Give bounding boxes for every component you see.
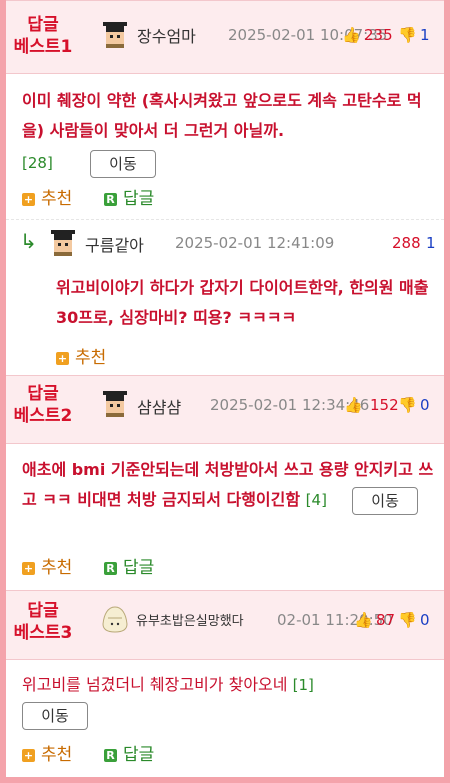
avatar-icon[interactable] — [100, 20, 130, 50]
avatar-icon[interactable] — [100, 604, 130, 634]
best-rank-line2: 베스트2 — [13, 406, 73, 426]
divider — [6, 219, 444, 220]
thumbs-up-icon[interactable]: 👍 — [344, 396, 363, 414]
best-rank-label: 답글 베스트3 — [6, 600, 80, 644]
best-rank-line1: 답글 — [27, 384, 59, 404]
comment-content: 위고비이야기 하다가 갑자기 다이어트한약, 한의원 매출 30프로, 심장마비… — [56, 278, 429, 327]
like-count: 288 — [392, 234, 421, 252]
recommend-label: 추천 — [41, 189, 73, 209]
reply-count[interactable]: [4] — [306, 491, 327, 509]
thumbs-down-icon[interactable]: 👎 — [398, 26, 417, 44]
reply-button[interactable]: R 답글 — [104, 740, 154, 765]
avatar-icon[interactable] — [48, 228, 78, 258]
like-count: 235 — [364, 26, 393, 44]
comment-content: 이미 췌장이 약한 (혹사시켜왔고 앞으로도 계속 고탄수로 먹을) 사람들이 … — [22, 86, 432, 178]
recommend-label: 추천 — [41, 745, 73, 765]
thumbs-down-icon[interactable]: 👎 — [398, 611, 417, 629]
move-button[interactable]: 이동 — [352, 486, 419, 515]
reply-count[interactable]: [28] — [22, 154, 53, 172]
comment-content: 애초에 bmi 기준안되는데 처방받아서 쓰고 용량 안지키고 쓰고 ㅋㅋ 비대… — [22, 455, 434, 515]
plus-icon: + — [22, 561, 35, 575]
plus-icon: + — [56, 351, 69, 365]
dislike-count: 0 — [420, 611, 430, 629]
best-rank-label: 답글 베스트2 — [6, 383, 80, 427]
comment-date: 2025-02-01 12:41:09 — [175, 234, 335, 252]
dislike-count: 1 — [426, 234, 436, 252]
recommend-label: 추천 — [41, 558, 73, 578]
nickname[interactable]: 장수엄마 — [137, 23, 196, 47]
comment-text: 이미 췌장이 약한 (혹사시켜왔고 앞으로도 계속 고탄수로 먹을) 사람들이 … — [22, 91, 422, 140]
best-rank-line1: 답글 — [27, 15, 59, 35]
thumbs-up-icon[interactable]: 👍 — [342, 26, 361, 44]
reply-label: 답글 — [123, 558, 155, 578]
avatar-icon[interactable] — [100, 389, 130, 419]
like-count: 152 — [370, 396, 399, 414]
recommend-label: 추천 — [75, 348, 107, 368]
reply-button[interactable]: R 답글 — [104, 553, 154, 578]
comment-text: 위고비를 넘겼더니 췌장고비가 찾아오네 — [22, 675, 288, 694]
reply-icon: R — [104, 748, 117, 762]
recommend-button[interactable]: + 추천 — [56, 343, 106, 368]
reply-icon: R — [104, 192, 117, 206]
best-rank-line2: 베스트3 — [13, 623, 73, 643]
like-count: 87 — [376, 611, 396, 629]
recommend-button[interactable]: + 추천 — [22, 740, 72, 765]
move-button[interactable]: 이동 — [22, 701, 88, 730]
comment-content: 위고비를 넘겼더니 췌장고비가 찾아오네 [1] 이동 — [22, 670, 434, 730]
reply-label: 답글 — [123, 189, 155, 209]
reply-icon: R — [104, 561, 117, 575]
best-rank-label: 답글 베스트1 — [6, 14, 80, 58]
reply-count[interactable]: [1] — [293, 676, 314, 694]
reply-label: 답글 — [123, 745, 155, 765]
plus-icon: + — [22, 748, 35, 762]
reply-arrow-icon: ↳ — [20, 229, 37, 253]
recommend-button[interactable]: + 추천 — [22, 553, 72, 578]
move-button[interactable]: 이동 — [89, 149, 156, 178]
dislike-count: 1 — [420, 26, 430, 44]
best-rank-line1: 답글 — [27, 601, 59, 621]
plus-icon: + — [22, 192, 35, 206]
dislike-count: 0 — [420, 396, 430, 414]
recommend-button[interactable]: + 추천 — [22, 184, 72, 209]
nickname[interactable]: 유부초밥은실망했다 — [136, 610, 244, 629]
reply-button[interactable]: R 답글 — [104, 184, 154, 209]
nickname[interactable]: 구름같아 — [85, 232, 144, 256]
thumbs-up-icon[interactable]: 👍 — [354, 611, 373, 629]
nickname[interactable]: 샴샴샴 — [137, 394, 181, 418]
best-rank-line2: 베스트1 — [13, 37, 73, 57]
thumbs-down-icon[interactable]: 👎 — [398, 396, 417, 414]
